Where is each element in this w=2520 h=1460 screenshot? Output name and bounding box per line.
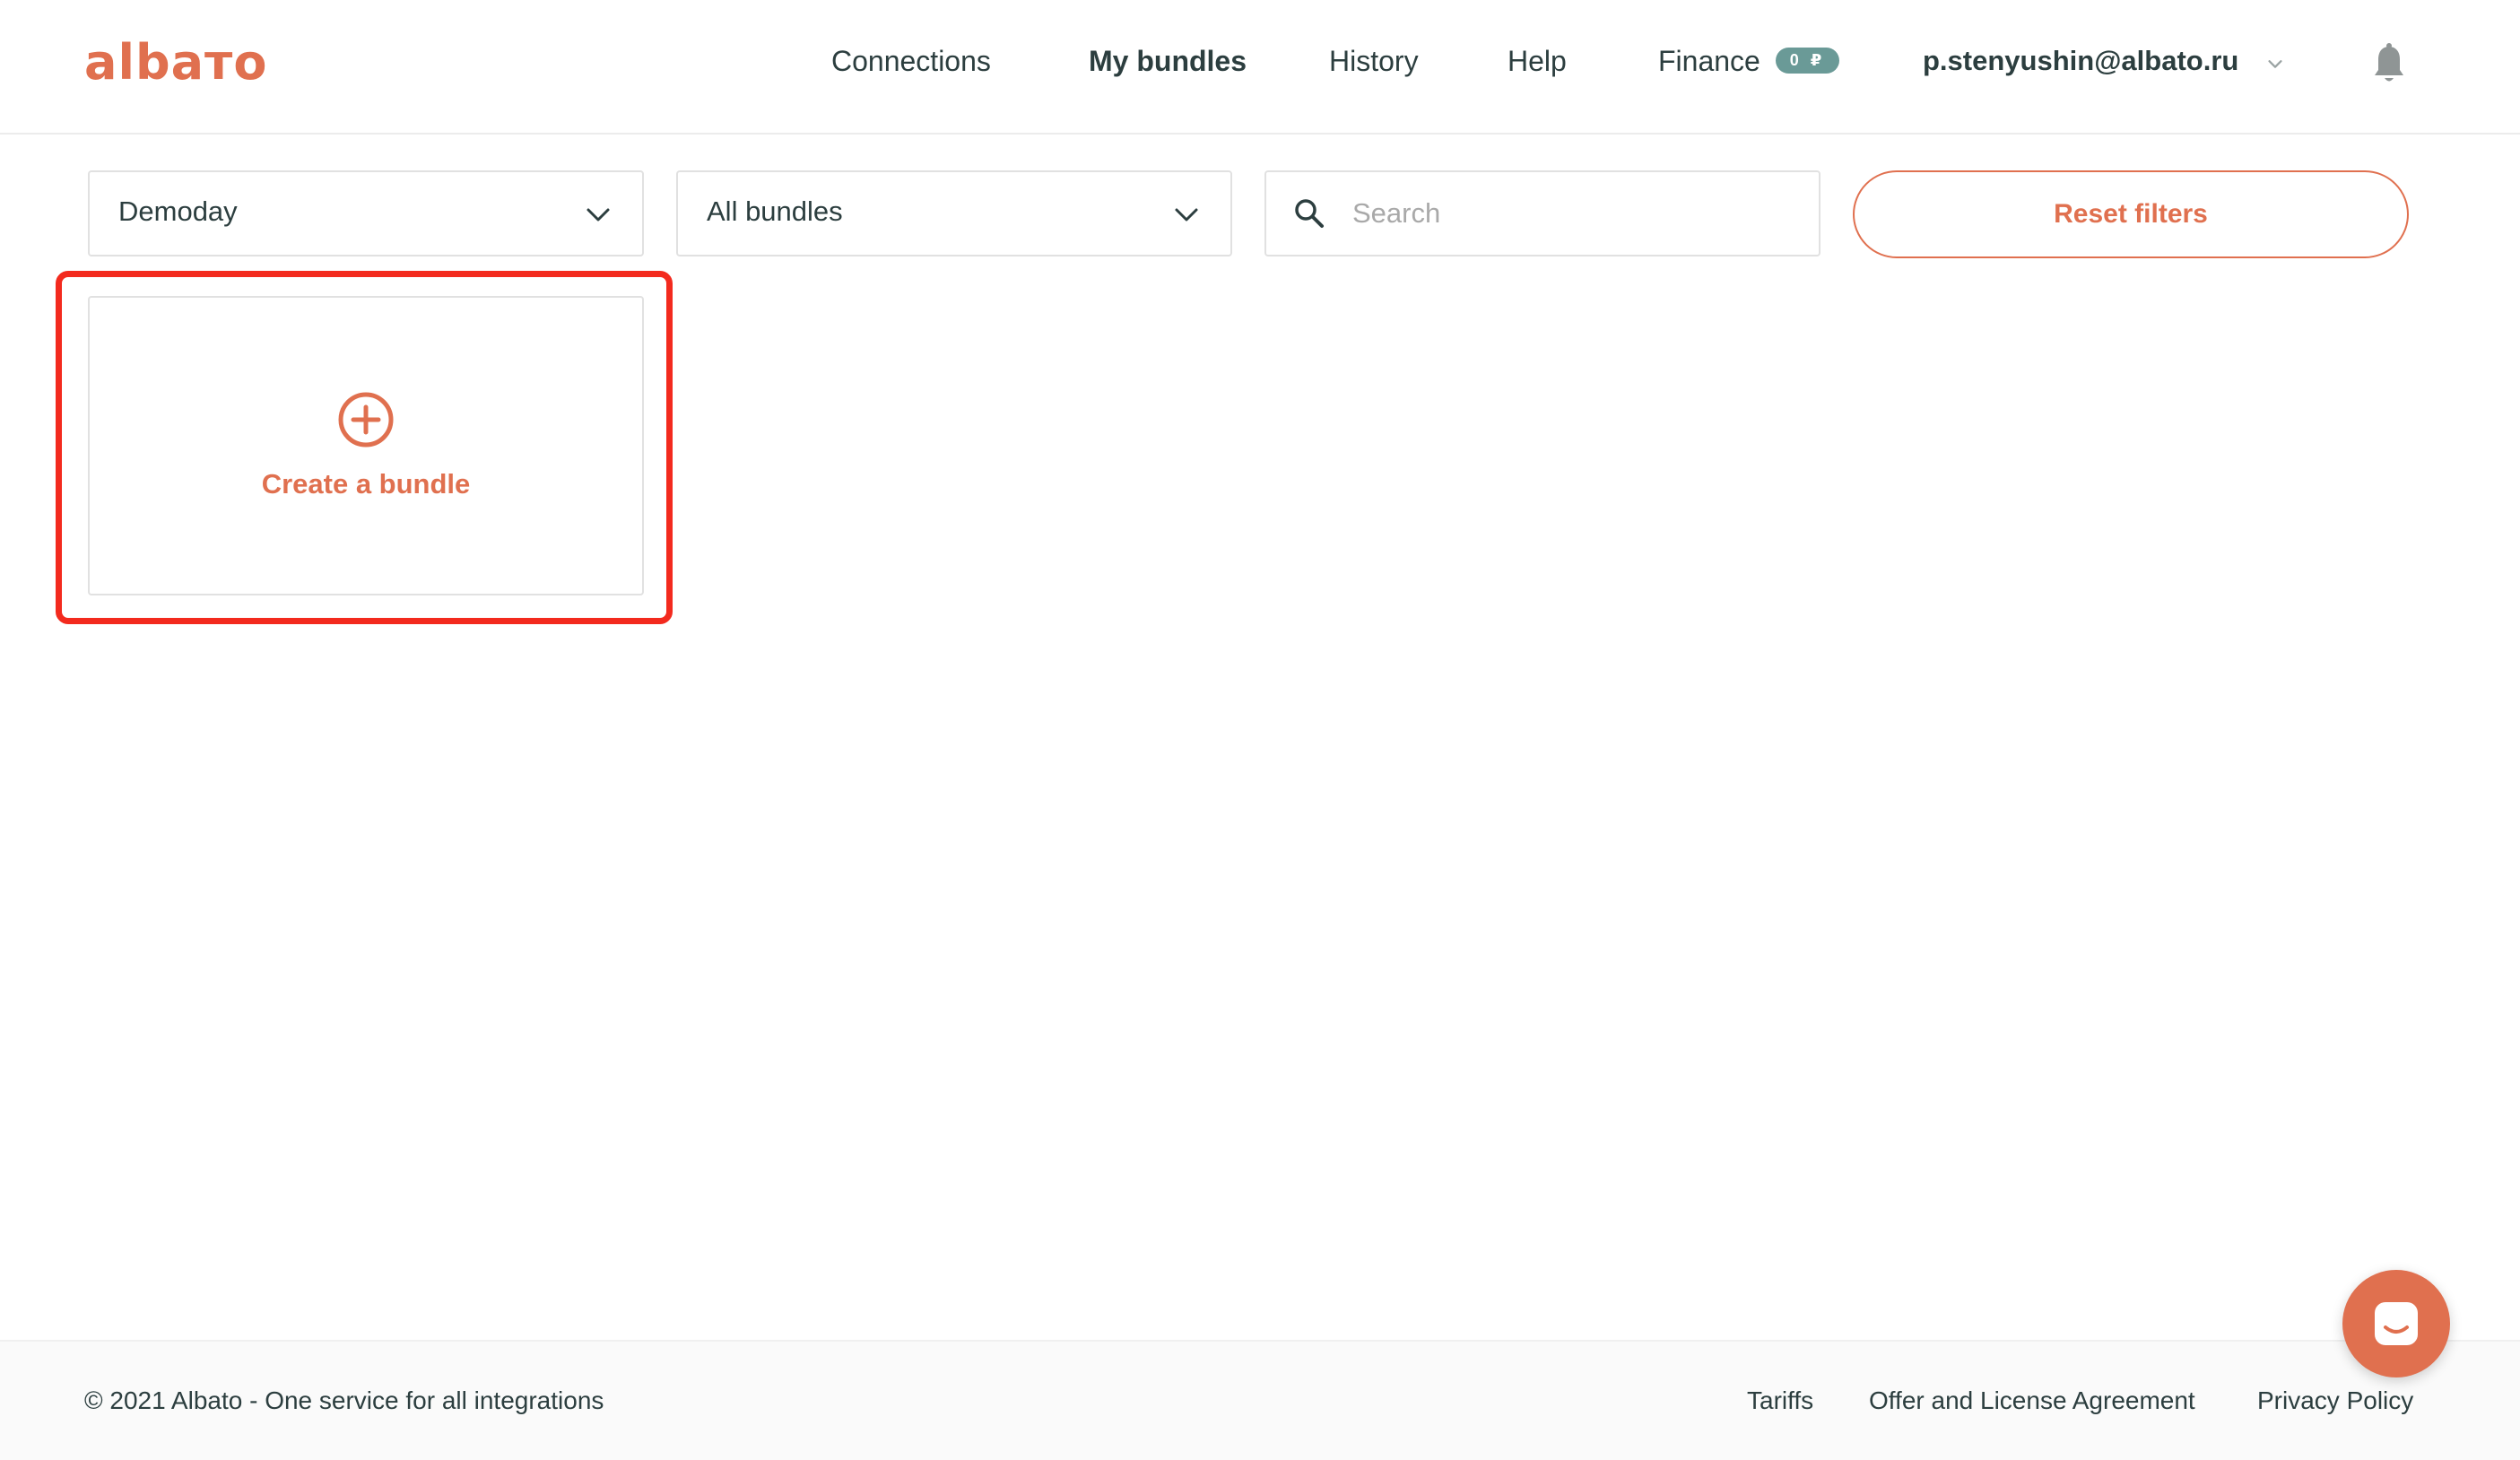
nav-finance[interactable]: Finance 0 ₽ [1658,45,1840,78]
user-email[interactable]: p.stenyushin@albato.ru [1923,45,2238,77]
bundle-filter-select[interactable]: All bundles [676,170,1232,256]
search-input[interactable] [1352,187,1801,240]
search-box[interactable] [1264,170,1820,256]
bundle-filter-value: All bundles [707,196,843,227]
footer-link-privacy-policy[interactable]: Privacy Policy [2257,1386,2413,1415]
plus-circle-icon [338,392,394,448]
chevron-down-icon [1175,208,1198,222]
notification-bell-icon[interactable] [2371,43,2407,84]
workspace-select-value: Demoday [118,196,238,227]
chat-launcher-button[interactable] [2342,1270,2450,1377]
footer-link-tariffs[interactable]: Tariffs [1747,1386,1813,1415]
create-bundle-card[interactable]: Create a bundle [88,296,644,595]
reset-filters-button[interactable]: Reset filters [1853,170,2409,258]
nav-my-bundles[interactable]: My bundles [1089,45,1247,78]
footer: © 2021 Albato - One service for all inte… [0,1340,2520,1460]
top-header: albaтo Connections My bundles History He… [0,0,2520,135]
footer-link-offer-agreement[interactable]: Offer and License Agreement [1869,1386,2195,1415]
chevron-down-icon [587,208,610,222]
chevron-down-icon[interactable] [2265,54,2285,74]
nav-help[interactable]: Help [1508,45,1567,78]
workspace-select[interactable]: Demoday [88,170,644,256]
balance-badge: 0 ₽ [1775,48,1840,74]
nav-history[interactable]: History [1329,45,1419,78]
search-icon [1295,199,1324,228]
app-root: albaтo Connections My bundles History He… [0,0,2520,1460]
nav-finance-label: Finance [1658,45,1760,77]
footer-copyright: © 2021 Albato - One service for all inte… [84,1386,604,1414]
albato-logo[interactable]: albaтo [84,34,267,91]
chat-icon [2375,1302,2418,1345]
create-bundle-label: Create a bundle [261,468,471,500]
nav-connections[interactable]: Connections [831,45,991,78]
